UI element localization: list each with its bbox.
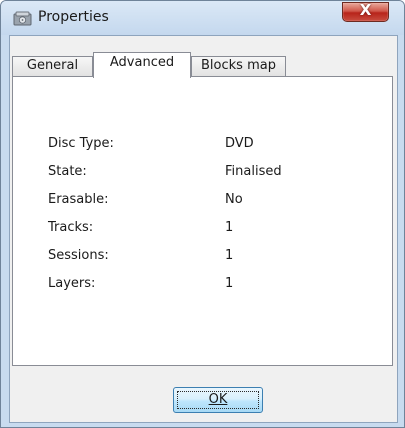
property-label: Layers: <box>48 276 96 291</box>
title-bar[interactable]: Properties X <box>1 1 404 35</box>
property-row-erasable: Erasable: No <box>13 192 392 212</box>
property-row-tracks: Tracks: 1 <box>13 220 392 240</box>
property-label: Tracks: <box>48 220 94 235</box>
close-icon: X <box>359 1 372 19</box>
tab-blocks-map[interactable]: Blocks map <box>191 56 286 76</box>
dialog-body: General Advanced Blocks map Disc Type: D… <box>9 35 398 423</box>
property-label: Disc Type: <box>48 136 114 151</box>
property-value: Finalised <box>225 164 282 179</box>
property-row-sessions: Sessions: 1 <box>13 248 392 268</box>
tab-advanced[interactable]: Advanced <box>93 52 191 78</box>
disc-drive-icon <box>13 11 32 26</box>
ok-button[interactable]: OK <box>173 387 263 413</box>
tab-general[interactable]: General <box>12 56 93 76</box>
property-row-disc-type: Disc Type: DVD <box>13 136 392 156</box>
close-button[interactable]: X <box>342 1 389 22</box>
property-value: 1 <box>225 220 234 235</box>
property-label: State: <box>48 164 87 179</box>
property-value: 1 <box>225 276 234 291</box>
property-value: 1 <box>225 248 234 263</box>
advanced-panel: Disc Type: DVD State: Finalised Erasable… <box>12 76 393 366</box>
property-label: Erasable: <box>48 192 109 207</box>
property-value: No <box>225 192 243 207</box>
property-row-layers: Layers: 1 <box>13 276 392 296</box>
properties-window: Properties X General Advanced Blocks map… <box>0 0 405 428</box>
tab-strip: General Advanced Blocks map <box>10 36 397 78</box>
property-label: Sessions: <box>48 248 109 263</box>
window-title: Properties <box>38 9 109 25</box>
property-row-state: State: Finalised <box>13 164 392 184</box>
property-value: DVD <box>225 136 254 151</box>
ok-button-label: OK <box>208 392 228 407</box>
